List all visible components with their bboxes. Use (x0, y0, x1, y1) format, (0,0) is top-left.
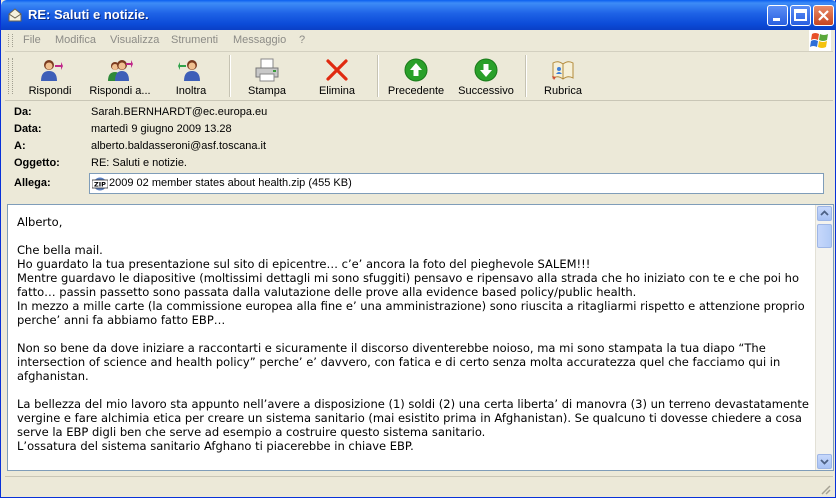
to-label: A: (14, 140, 26, 152)
menu-help[interactable]: ? (299, 34, 305, 46)
attach-label: Allega: (14, 177, 51, 189)
vertical-scrollbar[interactable] (815, 205, 833, 470)
printer-icon (255, 58, 279, 82)
forward-label: Inoltra (175, 85, 207, 97)
next-label: Successivo (458, 85, 514, 97)
subject-value: RE: Saluti e notizie. (91, 157, 187, 169)
from-label: Da: (14, 106, 32, 118)
mail-window: RE: Saluti e notizie. File Modifica Visu… (0, 0, 836, 498)
status-bar (5, 476, 833, 497)
reply-all-button[interactable]: Rispondi a... (85, 54, 155, 98)
previous-label: Precedente (387, 85, 445, 97)
resize-grip-icon[interactable] (819, 483, 831, 495)
envelope-icon (8, 8, 22, 22)
arrow-down-icon (474, 58, 498, 82)
paragraph-2: Non so bene da dove iniziare a raccontar… (17, 341, 781, 383)
previous-button[interactable]: Precedente (385, 54, 447, 98)
scroll-thumb[interactable] (817, 224, 832, 248)
reply-button[interactable]: Rispondi (19, 54, 81, 98)
svg-text:ZIP: ZIP (94, 181, 106, 189)
menu-file[interactable]: File (23, 34, 41, 46)
forward-icon (178, 60, 200, 81)
window-title: RE: Saluti e notizie. (28, 7, 149, 22)
reply-all-label: Rispondi a... (89, 85, 151, 97)
paragraph-1: Che bella mail. Ho guardato la tua prese… (17, 243, 805, 327)
toolbar-separator (525, 55, 527, 97)
toolbar-grip[interactable] (8, 58, 13, 94)
delete-button[interactable]: Elimina (311, 54, 363, 98)
reply-icon (41, 60, 63, 81)
close-button[interactable] (813, 5, 834, 26)
menu-visualizza[interactable]: Visualizza (110, 34, 159, 46)
attachment-name[interactable]: 2009 02 member states about health.zip (… (109, 177, 352, 189)
message-text: Alberto, Che bella mail. Ho guardato la … (17, 215, 809, 453)
address-book-icon (552, 61, 574, 80)
message-body[interactable]: Alberto, Che bella mail. Ho guardato la … (7, 204, 834, 471)
message-headers: Da: Sarah.BERNHARDT@ec.europa.eu Data: m… (5, 101, 833, 199)
windows-flag-icon (810, 33, 828, 48)
maximize-button[interactable] (790, 5, 811, 26)
maximize-icon (794, 9, 807, 21)
print-button[interactable]: Stampa (239, 54, 295, 98)
address-book-label: Rubrica (544, 85, 582, 97)
chevron-up-icon (820, 210, 829, 216)
print-label: Stampa (248, 85, 286, 97)
minimize-button[interactable] (767, 5, 788, 26)
title-bar[interactable]: RE: Saluti e notizie. (1, 0, 836, 30)
from-value[interactable]: Sarah.BERNHARDT@ec.europa.eu (91, 106, 267, 118)
date-value: martedì 9 giugno 2009 13.28 (91, 123, 232, 135)
menu-messaggio[interactable]: Messaggio (233, 34, 286, 46)
close-icon (818, 10, 829, 21)
paragraph-3: La bellezza del mio lavoro sta appunto n… (17, 397, 809, 453)
menu-modifica[interactable]: Modifica (55, 34, 96, 46)
toolbar: Rispondi Rispondi a... Inoltra Stampa El… (5, 52, 833, 101)
toolbar-separator (229, 55, 231, 97)
reply-all-icon (108, 60, 133, 81)
delete-x-icon (326, 59, 348, 81)
menu-bar: File Modifica Visualizza Strumenti Messa… (5, 30, 833, 52)
windows-logo (809, 30, 831, 51)
scroll-down-button[interactable] (817, 454, 832, 469)
minimize-icon (773, 18, 780, 21)
zip-file-icon: ZIP (92, 177, 108, 191)
menu-strumenti[interactable]: Strumenti (171, 34, 218, 46)
attachment-field[interactable]: ZIP 2009 02 member states about health.z… (89, 173, 824, 194)
toolbar-separator (377, 55, 379, 97)
subject-label: Oggetto: (14, 157, 60, 169)
forward-button[interactable]: Inoltra (165, 54, 217, 98)
chevron-down-icon (820, 459, 829, 465)
scroll-up-button[interactable] (817, 206, 832, 221)
menu-grip[interactable] (8, 34, 13, 47)
reply-label: Rispondi (28, 85, 72, 97)
delete-label: Elimina (318, 85, 356, 97)
greeting: Alberto, (17, 215, 63, 229)
address-book-button[interactable]: Rubrica (537, 54, 589, 98)
date-label: Data: (14, 123, 42, 135)
next-button[interactable]: Successivo (455, 54, 517, 98)
arrow-up-icon (404, 58, 428, 82)
to-value[interactable]: alberto.baldasseroni@asf.toscana.it (91, 140, 266, 152)
